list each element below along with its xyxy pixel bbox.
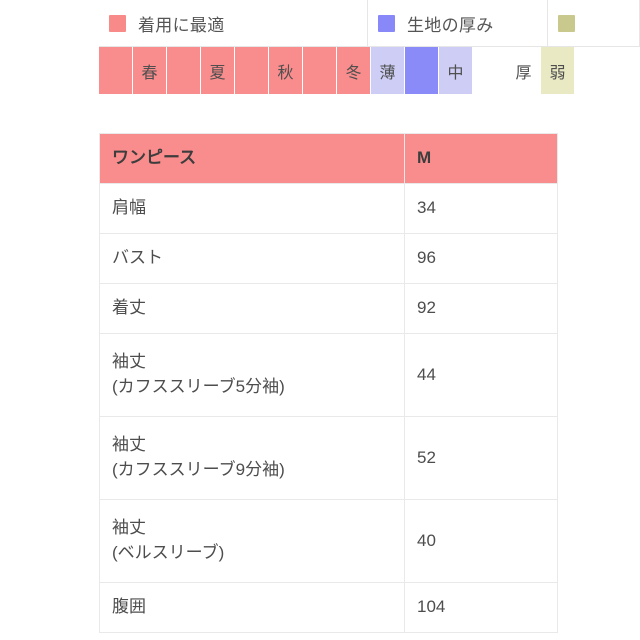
scale-cell-薄: 薄 xyxy=(371,47,405,94)
table-row: 肩幅 34 xyxy=(99,183,558,234)
scale-cell-season-0 xyxy=(99,47,133,94)
table-row: 腹囲 104 xyxy=(99,582,558,633)
legend-item-season: 着用に最適 xyxy=(99,0,368,46)
measurement-value-cell: 40 xyxy=(404,499,558,583)
measurement-name-cell: 着丈 xyxy=(99,283,405,334)
scale-cell-thick-9 xyxy=(405,47,439,94)
legend-item-stretch xyxy=(548,0,640,46)
measurement-name-detail: (カフススリーブ9分袖) xyxy=(112,460,285,479)
measurement-name-detail: (ベルスリーブ) xyxy=(112,543,225,562)
table-header-row: ワンピース M xyxy=(99,133,558,184)
size-measurement-table: ワンピース M 肩幅 34 バスト 96 着丈 92 袖丈 (カフススリーブ5分袖) 44 袖丈 (… xyxy=(99,133,558,633)
scale-cell-中: 中 xyxy=(439,47,473,94)
measurement-name-cell: バスト xyxy=(99,233,405,284)
table-row: 着丈 92 xyxy=(99,283,558,334)
measurement-name: 袖丈 xyxy=(112,352,146,372)
measurement-name-cell: 肩幅 xyxy=(99,183,405,234)
table-row: 袖丈 (カフススリーブ5分袖) 44 xyxy=(99,333,558,417)
legend-row: 着用に最適 生地の厚み xyxy=(99,0,640,47)
measurement-name-cell: 腹囲 xyxy=(99,582,405,633)
table-header-item-name: ワンピース xyxy=(99,133,405,184)
table-row: 袖丈 (カフススリーブ9分袖) 52 xyxy=(99,416,558,500)
measurement-value-cell: 44 xyxy=(404,333,558,417)
measurement-name: 肩幅 xyxy=(112,198,146,218)
measurement-name: 着丈 xyxy=(112,298,146,318)
measurement-value-cell: 52 xyxy=(404,416,558,500)
measurement-name-cell: 袖丈 (カフススリーブ9分袖) xyxy=(99,416,405,500)
measurement-name: 袖丈 xyxy=(112,518,146,538)
scale-cell-弱: 弱 xyxy=(541,47,575,94)
table-row: 袖丈 (ベルスリーブ) 40 xyxy=(99,499,558,583)
scale-cell-夏: 夏 xyxy=(201,47,235,94)
scale-cell-season-6 xyxy=(303,47,337,94)
legend-item-thickness: 生地の厚み xyxy=(368,0,548,46)
table-header-size-m: M xyxy=(404,133,558,184)
table-row: バスト 96 xyxy=(99,233,558,284)
scale-cell-season-4 xyxy=(235,47,269,94)
measurement-name-detail: (カフススリーブ5分袖) xyxy=(112,377,285,396)
scale-cell-春: 春 xyxy=(133,47,167,94)
scale-cell-冬: 冬 xyxy=(337,47,371,94)
scale-cell-season-2 xyxy=(167,47,201,94)
measurement-value-cell: 92 xyxy=(404,283,558,334)
stretch-color-swatch-icon xyxy=(558,14,575,32)
table-head: ワンピース M xyxy=(99,133,558,184)
scale-cell-秋: 秋 xyxy=(269,47,303,94)
measurement-value-cell: 96 xyxy=(404,233,558,284)
measurement-name: バスト xyxy=(112,248,163,268)
measurement-name-cell: 袖丈 (ベルスリーブ) xyxy=(99,499,405,583)
legend-label-season: 着用に最適 xyxy=(138,15,225,35)
measurement-value-cell: 104 xyxy=(404,582,558,633)
legend-and-scale-strip: 着用に最適 生地の厚み 春夏秋冬薄中厚弱 xyxy=(99,0,640,94)
scale-cell-厚: 厚 xyxy=(507,47,541,94)
measurement-value-cell: 34 xyxy=(404,183,558,234)
measurement-name: 腹囲 xyxy=(112,597,146,617)
scale-cells-row: 春夏秋冬薄中厚弱 xyxy=(99,47,640,94)
scale-cell-thick-11 xyxy=(473,47,507,94)
thickness-color-swatch-icon xyxy=(378,14,395,32)
measurement-name-cell: 袖丈 (カフススリーブ5分袖) xyxy=(99,333,405,417)
legend-label-thickness: 生地の厚み xyxy=(407,15,494,35)
table-body: 肩幅 34 バスト 96 着丈 92 袖丈 (カフススリーブ5分袖) 44 袖丈 (カフススリーブ9… xyxy=(99,183,558,633)
season-color-swatch-icon xyxy=(109,14,126,32)
measurement-name: 袖丈 xyxy=(112,435,146,455)
